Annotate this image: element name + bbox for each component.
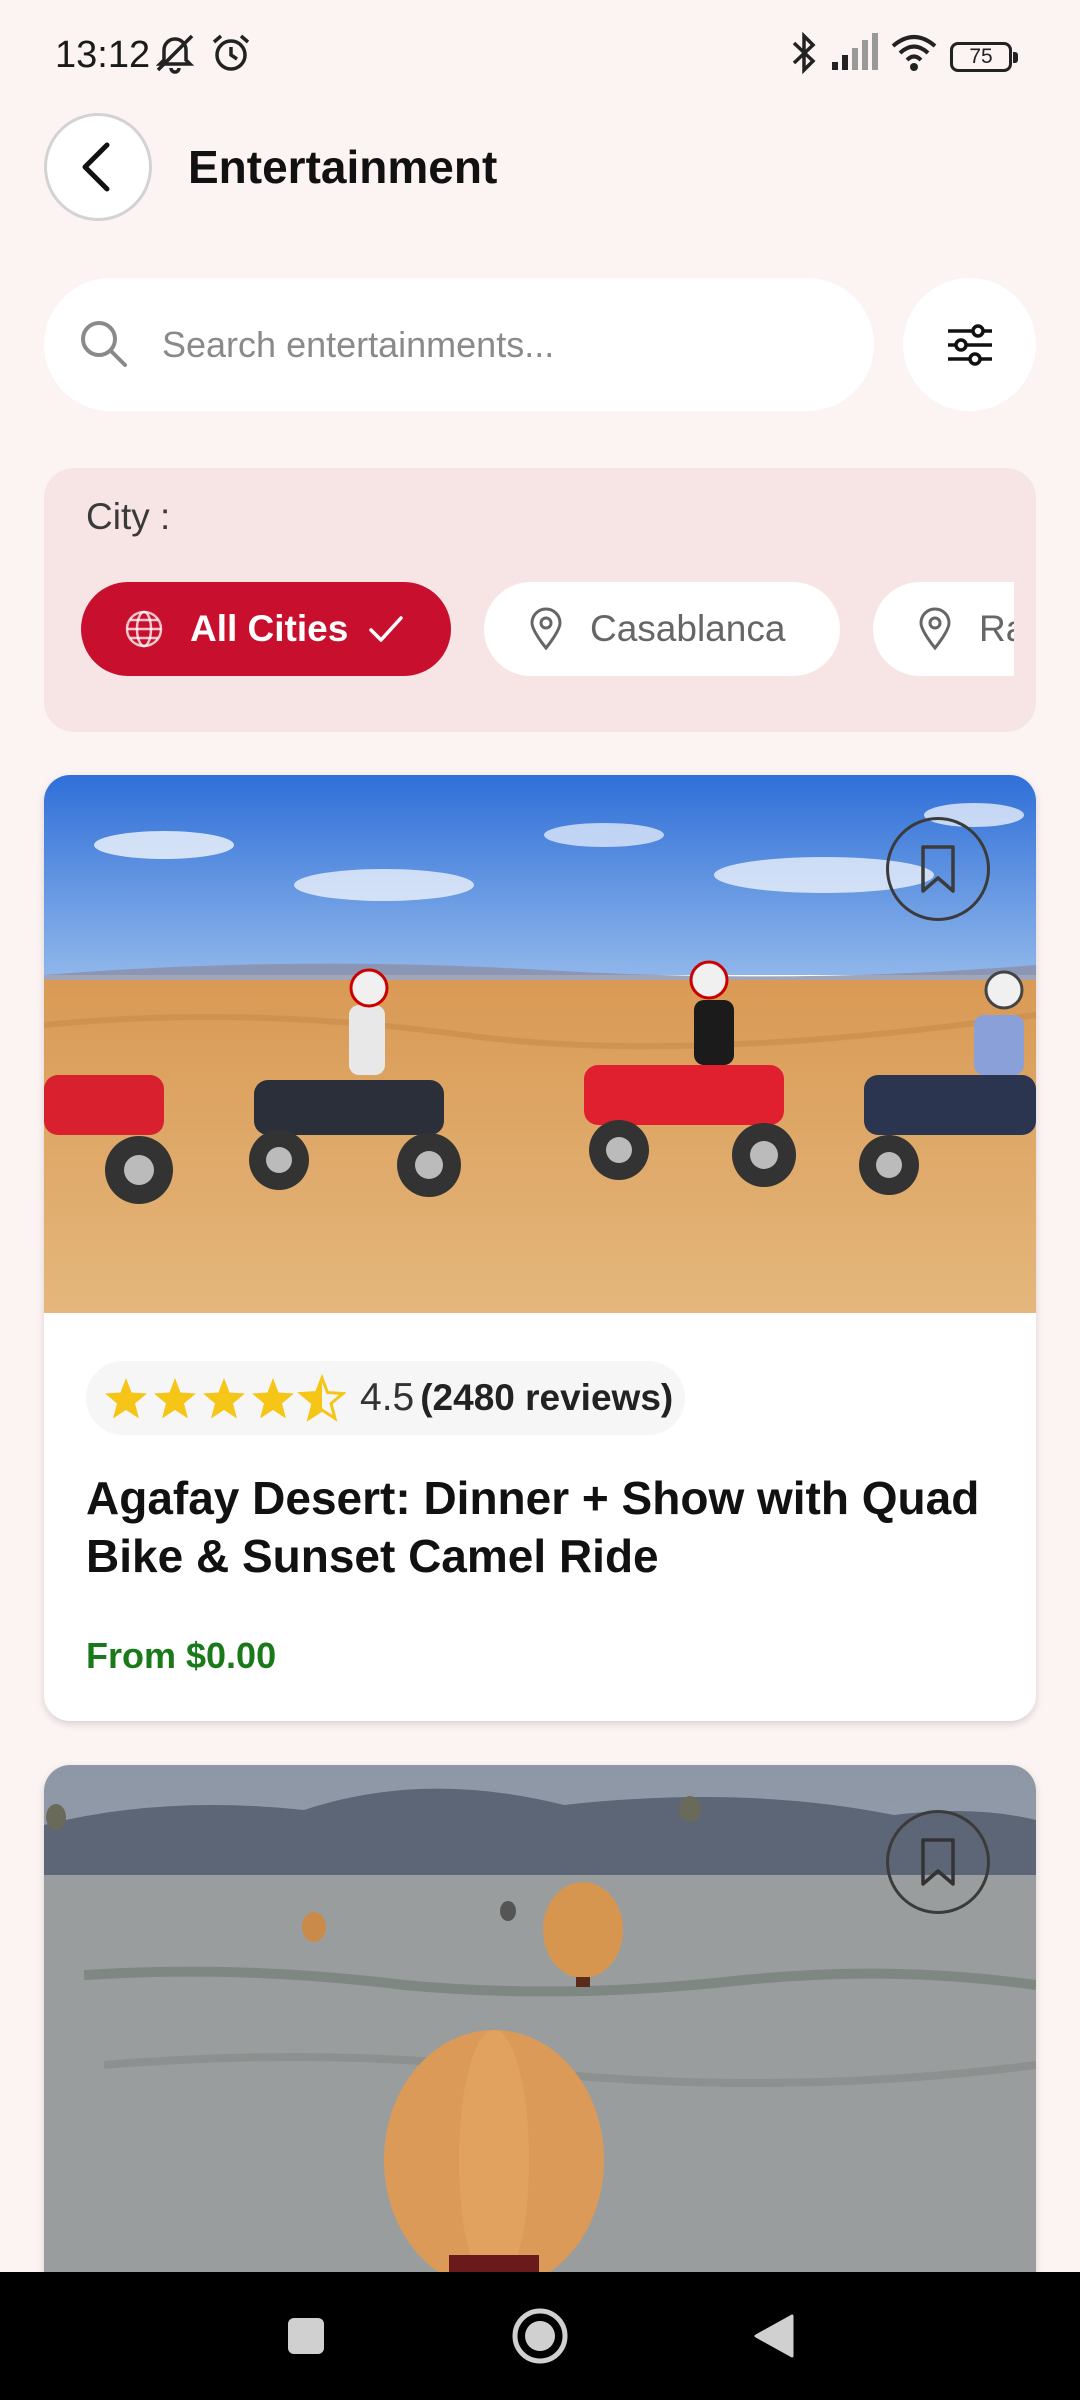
alarm-icon <box>212 34 250 71</box>
review-count: (2480 reviews) <box>420 1377 674 1418</box>
city-filter-panel: City : All Cities Casablanca R <box>44 468 1036 732</box>
status-time: 13:12 <box>55 34 151 76</box>
search-input[interactable] <box>160 308 844 382</box>
location-pin-icon <box>530 607 562 651</box>
recents-icon[interactable] <box>286 2316 326 2356</box>
page-title: Entertainment <box>188 141 498 193</box>
back-icon[interactable] <box>752 2312 796 2360</box>
bookmark-icon <box>921 845 955 893</box>
filter-button[interactable] <box>903 278 1036 411</box>
chip-casablanca[interactable]: Casablanca <box>484 582 840 676</box>
bluetooth-icon <box>792 31 816 75</box>
chip-all-cities[interactable]: All Cities <box>81 582 451 676</box>
globe-icon <box>125 610 163 648</box>
status-bar: 13:12 75 <box>0 0 1080 115</box>
chip-label: Casablanca <box>590 608 786 649</box>
bookmark-button[interactable] <box>886 817 990 921</box>
rating-pill: 4.5 (2480 reviews) <box>86 1361 686 1435</box>
back-button[interactable] <box>44 113 152 221</box>
chip-city-partial[interactable]: Ra <box>873 582 1014 676</box>
city-chip-row[interactable]: All Cities Casablanca Ra <box>44 582 1014 682</box>
chip-label: Ra <box>979 608 1014 649</box>
card-price: From $0.00 <box>86 1635 277 1676</box>
wifi-icon <box>891 35 937 71</box>
entertainment-card[interactable] <box>44 1765 1036 2325</box>
bookmark-icon <box>921 1838 955 1886</box>
location-pin-icon <box>919 607 951 651</box>
system-nav-bar <box>0 2272 1080 2400</box>
card-title: Agafay Desert: Dinner + Show with Quad B… <box>86 1472 980 1582</box>
mute-icon <box>155 34 195 74</box>
chip-label: All Cities <box>190 608 349 649</box>
entertainment-card[interactable]: 4.5 (2480 reviews) Agafay Desert: Dinner… <box>44 775 1036 1721</box>
sliders-icon <box>947 323 992 366</box>
home-icon[interactable] <box>510 2306 570 2366</box>
bookmark-button[interactable] <box>886 1810 990 1914</box>
battery-icon: 75 <box>950 42 1018 72</box>
check-icon <box>369 616 404 642</box>
back-arrow-icon <box>82 142 110 192</box>
city-label: City : <box>86 496 171 537</box>
signal-icon <box>832 33 878 70</box>
search-icon <box>81 321 127 367</box>
star-rating-icon <box>105 1376 345 1420</box>
rating-value: 4.5 <box>360 1376 415 1419</box>
search-box[interactable] <box>44 278 874 411</box>
